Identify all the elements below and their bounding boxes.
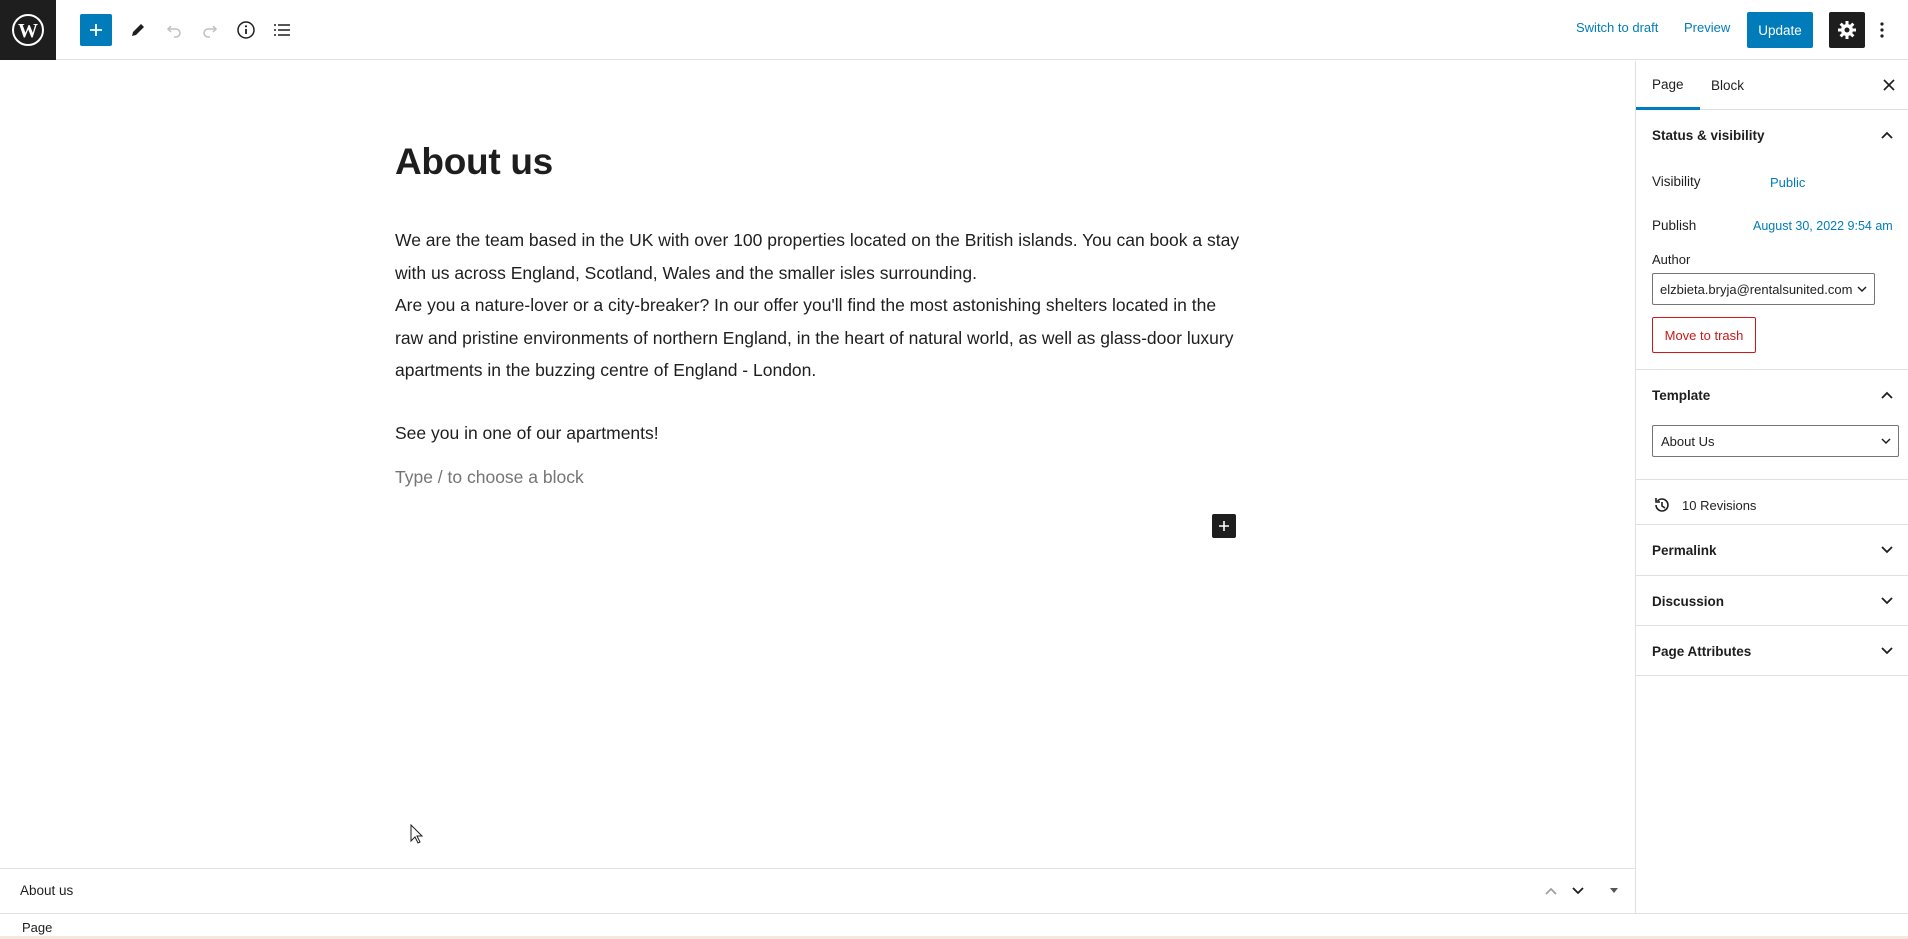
panel-title: Permalink <box>1652 542 1717 558</box>
author-label: Author <box>1652 252 1691 267</box>
move-to-trash-button[interactable]: Move to trash <box>1652 317 1756 353</box>
chevron-down-icon <box>1572 887 1584 895</box>
vertical-ellipsis-icon <box>1880 22 1884 38</box>
chevron-up-icon <box>1875 123 1899 147</box>
pencil-icon <box>132 24 144 36</box>
status-visibility-panel-header[interactable]: Status & visibility <box>1636 110 1908 160</box>
publish-date-toggle[interactable]: August 30, 2022 9:54 am <box>1753 219 1893 233</box>
tools-button[interactable] <box>120 12 156 48</box>
redo-icon <box>203 25 218 38</box>
plus-icon <box>90 24 102 36</box>
revisions-label: 10 Revisions <box>1682 497 1757 513</box>
caret-down-icon <box>1610 888 1618 893</box>
close-sidebar-button[interactable] <box>1877 73 1901 97</box>
visibility-label: Visibility <box>1652 174 1701 189</box>
settings-button[interactable] <box>1829 12 1865 48</box>
switch-to-draft-button[interactable]: Switch to draft <box>1576 20 1658 35</box>
list-view-button[interactable] <box>264 12 300 48</box>
breadcrumb-item[interactable]: Page <box>22 920 52 935</box>
chevron-down-icon <box>1875 589 1899 613</box>
panel-title: Status & visibility <box>1652 127 1765 143</box>
block-placeholder[interactable]: Type / to choose a block <box>395 467 584 488</box>
history-icon <box>1652 495 1672 515</box>
author-value: elzbieta.bryja@rentalsunited.com <box>1660 281 1853 297</box>
chevron-down-icon <box>1875 639 1899 663</box>
editor-header: W Switch to draft Preview Update <box>0 0 1908 60</box>
paragraph-block[interactable]: See you in one of our apartments! <box>395 417 1245 450</box>
chevron-down-icon <box>1875 538 1899 562</box>
chevron-down-icon <box>1857 286 1867 293</box>
template-value: About Us <box>1661 433 1715 449</box>
gear-icon <box>1838 21 1856 39</box>
page-attributes-panel-header[interactable]: Page Attributes <box>1636 626 1908 676</box>
settings-sidebar: Page Block Status & visibility Visibilit… <box>1635 61 1908 913</box>
footer-block-title: About us <box>20 883 74 898</box>
add-block-button[interactable] <box>80 14 112 46</box>
info-icon <box>237 21 255 39</box>
details-button[interactable] <box>228 12 264 48</box>
permalink-panel-header[interactable]: Permalink <box>1636 525 1908 575</box>
template-panel-header[interactable]: Template <box>1636 370 1908 420</box>
divider <box>1636 675 1908 676</box>
visibility-toggle[interactable]: Public <box>1770 175 1805 190</box>
mouse-cursor-icon <box>410 824 424 844</box>
author-select[interactable]: elzbieta.bryja@rentalsunited.com <box>1652 273 1875 305</box>
tab-page[interactable]: Page <box>1636 61 1700 110</box>
block-footer-bar: About us <box>0 868 1635 913</box>
svg-text:W: W <box>18 20 38 42</box>
chevron-down-icon <box>1881 438 1891 445</box>
undo-icon <box>166 25 181 38</box>
inline-add-block-button[interactable] <box>1212 514 1236 538</box>
wordpress-icon: W <box>12 14 44 46</box>
chevron-up-icon <box>1875 383 1899 407</box>
redo-button[interactable] <box>192 12 228 48</box>
tab-block[interactable]: Block <box>1695 61 1760 110</box>
paragraph-block[interactable]: We are the team based in the UK with ove… <box>395 224 1245 387</box>
editor-canvas: About us We are the team based in the UK… <box>0 61 1635 868</box>
wordpress-logo-button[interactable]: W <box>0 0 56 60</box>
post-title[interactable]: About us <box>395 141 553 183</box>
move-up-button[interactable] <box>1539 879 1563 903</box>
revisions-link[interactable]: 10 Revisions <box>1652 480 1756 530</box>
plus-icon <box>1219 521 1229 531</box>
panel-title: Page Attributes <box>1652 643 1752 659</box>
chevron-up-icon <box>1545 887 1557 895</box>
update-button[interactable]: Update <box>1747 12 1813 48</box>
panel-title: Template <box>1652 387 1711 403</box>
move-down-button[interactable] <box>1566 879 1590 903</box>
preview-button[interactable]: Preview <box>1684 20 1730 35</box>
list-view-icon <box>274 24 290 36</box>
collapse-footer-button[interactable] <box>1602 879 1626 903</box>
template-select[interactable]: About Us <box>1652 425 1899 457</box>
sidebar-tabs: Page Block <box>1636 61 1908 110</box>
publish-label: Publish <box>1652 218 1697 233</box>
panel-title: Discussion <box>1652 593 1725 609</box>
discussion-panel-header[interactable]: Discussion <box>1636 576 1908 626</box>
close-icon <box>1883 79 1895 91</box>
undo-button[interactable] <box>156 12 192 48</box>
options-button[interactable] <box>1874 12 1890 48</box>
